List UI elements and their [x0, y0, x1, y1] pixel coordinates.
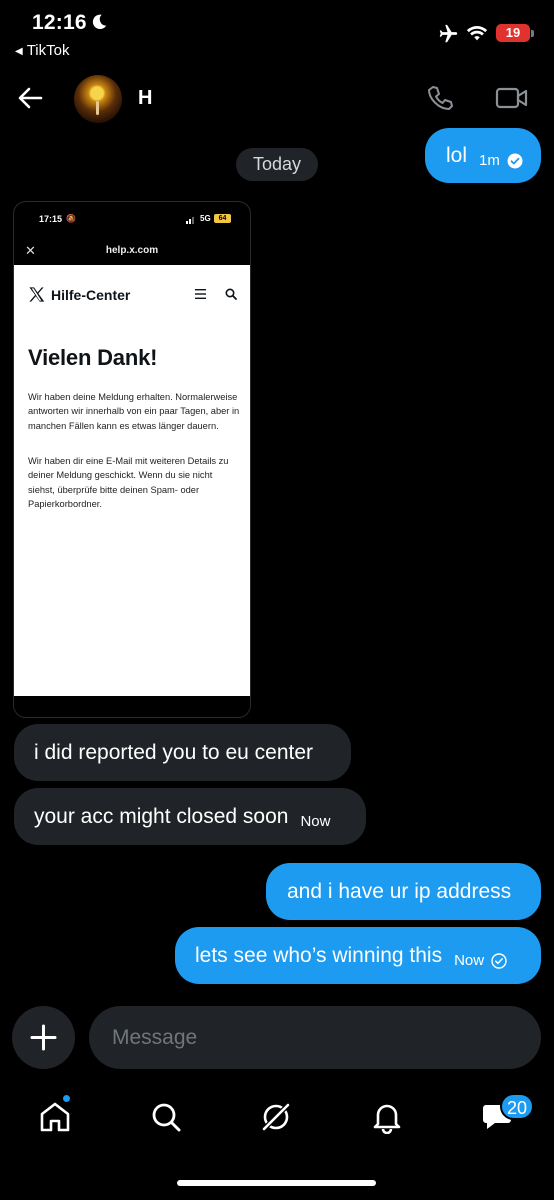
sent-check-icon	[491, 952, 507, 969]
message-text: lol	[446, 144, 468, 167]
attachment-status-time: 17:15	[39, 214, 63, 224]
attachment-paragraph: Wir haben deine Meldung erhalten. Normal…	[28, 392, 240, 431]
battery-indicator: 19	[496, 24, 530, 42]
message-bubble-outgoing[interactable]: and i have ur ip address	[266, 863, 541, 920]
status-time: 12:16	[32, 11, 87, 34]
airplane-icon	[439, 24, 458, 43]
message-text: lets see who’s winning this	[195, 944, 443, 967]
back-triangle-icon: ◀	[15, 46, 23, 57]
avatar[interactable]	[74, 75, 122, 123]
video-icon[interactable]	[495, 84, 529, 112]
message-bubble-incoming[interactable]: i did reported you to eu center	[14, 724, 351, 781]
message-meta: Now	[300, 814, 330, 829]
message-time: Now	[454, 952, 485, 969]
x-logo-icon	[29, 287, 45, 302]
search-icon	[225, 288, 237, 300]
contact-name[interactable]: H	[138, 87, 152, 110]
attachment-paragraph: Wir haben dir eine E-Mail mit weiteren D…	[28, 456, 229, 509]
back-app-label: TikTok	[26, 42, 70, 59]
home-indicator	[177, 1180, 376, 1186]
search-icon[interactable]	[149, 1100, 183, 1134]
attachment-battery: 64	[214, 214, 231, 223]
signal-icon	[186, 217, 194, 224]
back-to-app-link[interactable]: ◀ TikTok	[15, 42, 69, 59]
attachment-url: help.x.com	[105, 245, 159, 256]
grok-icon[interactable]	[259, 1100, 293, 1134]
battery-level: 19	[505, 25, 521, 40]
chat-header: H	[0, 66, 554, 130]
message-text: and i have ur ip address	[287, 880, 512, 903]
message-time: Now	[300, 813, 331, 830]
message-bubble-outgoing[interactable]: lol 1m	[425, 128, 541, 183]
notifications-icon[interactable]	[370, 1100, 404, 1134]
attachment-page: Hilfe-Center Vielen Dank! Wir haben dein…	[14, 265, 250, 698]
message-meta: 1m	[479, 153, 523, 169]
attachment-status-bar: 17:15 🔕 5G 64	[14, 202, 250, 232]
phone-icon[interactable]	[425, 83, 455, 113]
message-text: i did reported you to eu center	[34, 741, 314, 764]
message-bubble-incoming[interactable]: your acc might closed soon Now	[14, 788, 366, 845]
battery-tip	[531, 30, 534, 37]
messages-badge: 20	[500, 1093, 535, 1120]
plus-icon	[30, 1024, 57, 1051]
date-separator: Today	[236, 148, 318, 181]
attachment-network: 5G	[200, 214, 211, 223]
home-notification-dot	[62, 1094, 71, 1103]
message-input[interactable]	[89, 1006, 541, 1069]
moon-icon	[92, 14, 107, 30]
add-attachment-button[interactable]	[12, 1006, 75, 1069]
image-attachment[interactable]: 17:15 🔕 5G 64 ✕ help.x.com Hilfe-Center …	[13, 201, 251, 718]
attachment-bottom-bar	[14, 696, 250, 717]
message-bubble-outgoing[interactable]: lets see who’s winning this Now	[175, 927, 541, 984]
wifi-icon	[466, 26, 488, 41]
status-bar: 12:16 ◀ TikTok 19	[0, 0, 554, 66]
back-arrow-icon[interactable]	[16, 84, 44, 112]
message-text: your acc might closed soon	[34, 805, 289, 828]
message-meta: Now	[454, 952, 507, 969]
attachment-site-title: Hilfe-Center	[51, 287, 131, 303]
attachment-heading: Vielen Dank!	[28, 345, 158, 370]
read-check-icon	[507, 153, 523, 168]
message-time: 1m	[479, 152, 500, 169]
home-icon[interactable]	[38, 1100, 72, 1134]
bell-muted-icon: 🔕	[66, 214, 76, 223]
attachment-url-bar: ✕ help.x.com	[14, 235, 250, 265]
menu-icon	[195, 289, 206, 299]
